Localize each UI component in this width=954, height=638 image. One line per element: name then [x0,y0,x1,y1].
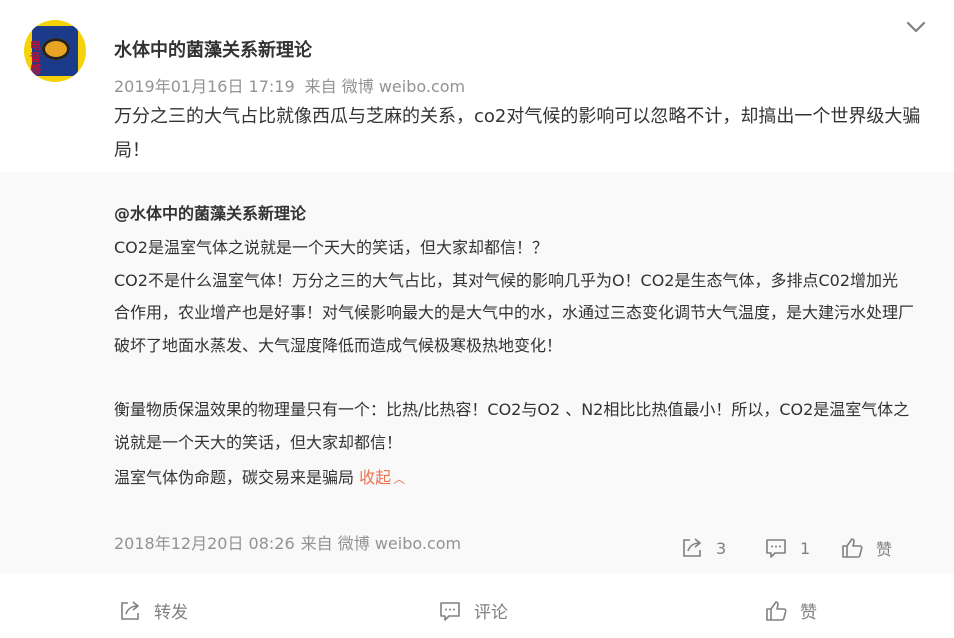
post-source: 来自 微博 weibo.com [304,77,466,96]
share-icon [683,538,701,557]
repost-line: 衡量物质保温效果的物理量只有一个：比热/比热容！CO2与O2 、N2相比比热值最… [114,400,910,452]
avatar[interactable]: 电音感 [24,20,86,82]
thumbs-up-icon [842,538,863,558]
like-label: 赞 [800,603,817,623]
comment-icon [766,539,786,558]
post-text: 万分之三的大气占比就像西瓜与芝麻的关系，co2对气候的影响可以忽略不计，却搞出一… [114,106,921,161]
repost-date[interactable]: 2018年12月20日 08:26 [114,534,295,553]
repost-source: 来自 微博 weibo.com [300,534,462,553]
chevron-down-icon[interactable] [904,15,928,39]
comment-button[interactable]: 评论 [438,598,508,623]
thumbs-up-icon [766,600,787,621]
avatar-text: 电音感 [30,39,41,76]
like-label: 赞 [876,540,893,559]
repost-line: CO2是温室气体之说就是一个天大的笑话，但大家却都信！？ [114,238,548,257]
collapse-label: 收起 [359,468,392,487]
repost-line: 温室气体伪命题，碳交易来是骗局 [114,468,355,487]
comment-count: 1 [800,538,811,558]
post-author[interactable]: 水体中的菌藻关系新理论 [114,36,312,62]
post-meta: 2019年01月16日 17:19 来自 微博 weibo.com [114,73,465,97]
repost-comment-button[interactable]: 1 [764,536,810,560]
share-count: 3 [716,538,727,558]
repost-share-button[interactable]: 3 [680,536,726,560]
lamp-graphic [42,38,70,60]
repost-line: CO2不是什么温室气体！万分之三的大气占比，其对气候的影响几乎为O！CO2是生态… [114,270,915,355]
repost-author[interactable]: @水体中的菌藻关系新理论 [114,200,306,224]
repost-meta: 2018年12月20日 08:26 来自 微博 weibo.com [114,530,461,554]
forward-label: 转发 [154,603,188,623]
repost-like-button[interactable]: 赞 [840,536,892,560]
collapse-link[interactable]: 收起 ︿ [359,468,405,487]
like-button[interactable]: 赞 [764,598,817,623]
caret-up-icon: ︿ [393,472,406,486]
share-icon [121,600,139,620]
repost-last-line: 温室气体伪命题，碳交易来是骗局 收起 ︿ [114,465,914,492]
comment-label: 评论 [474,603,508,623]
forward-button[interactable]: 转发 [118,598,188,623]
repost-body: CO2是温室气体之说就是一个天大的笑话，但大家却都信！？ CO2不是什么温室气体… [114,232,914,492]
post-date[interactable]: 2019年01月16日 17:19 [114,77,295,96]
comment-icon [440,601,460,621]
